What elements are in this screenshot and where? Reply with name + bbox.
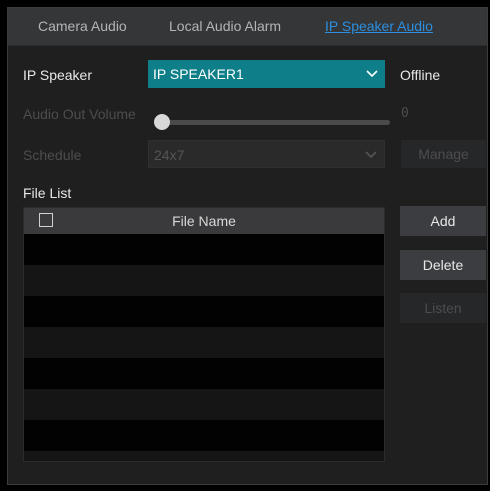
audio-out-volume-label: Audio Out Volume <box>23 106 136 122</box>
audio-settings-panel: Camera Audio Local Audio Alarm IP Speake… <box>7 7 488 485</box>
chevron-down-icon <box>365 141 377 178</box>
column-header-file-name: File Name <box>172 213 236 229</box>
volume-slider-knob[interactable] <box>154 114 170 130</box>
ip-speaker-select[interactable]: IP SPEAKER1 <box>148 60 385 88</box>
table-row <box>24 451 384 461</box>
table-body <box>24 234 384 461</box>
schedule-select[interactable]: 24x7 <box>148 140 385 168</box>
table-row <box>24 327 384 358</box>
table-row <box>24 420 384 451</box>
ip-speaker-value: IP SPEAKER1 <box>153 66 244 82</box>
tab-ip-speaker-audio[interactable]: IP Speaker Audio <box>325 8 433 45</box>
file-list-label: File List <box>23 185 72 201</box>
schedule-label: Schedule <box>23 147 82 163</box>
tab-local-audio-alarm[interactable]: Local Audio Alarm <box>169 8 281 45</box>
listen-button[interactable]: Listen <box>400 293 486 323</box>
manage-button[interactable]: Manage <box>401 140 486 168</box>
table-row <box>24 358 384 389</box>
add-button[interactable]: Add <box>400 206 486 236</box>
table-row <box>24 234 384 265</box>
table-header: File Name <box>24 208 384 234</box>
volume-value: 0 <box>401 106 409 121</box>
speaker-status: Offline <box>400 67 441 83</box>
volume-slider[interactable] <box>154 114 390 130</box>
ip-speaker-label: IP Speaker <box>23 67 93 83</box>
table-row <box>24 296 384 327</box>
delete-button[interactable]: Delete <box>400 250 486 280</box>
table-row <box>24 265 384 296</box>
table-row <box>24 389 384 420</box>
tab-camera-audio[interactable]: Camera Audio <box>38 8 127 45</box>
file-list-table: File Name <box>23 207 385 462</box>
chevron-down-icon <box>366 60 378 97</box>
tab-bar: Camera Audio Local Audio Alarm IP Speake… <box>8 8 487 46</box>
schedule-value: 24x7 <box>154 147 185 163</box>
